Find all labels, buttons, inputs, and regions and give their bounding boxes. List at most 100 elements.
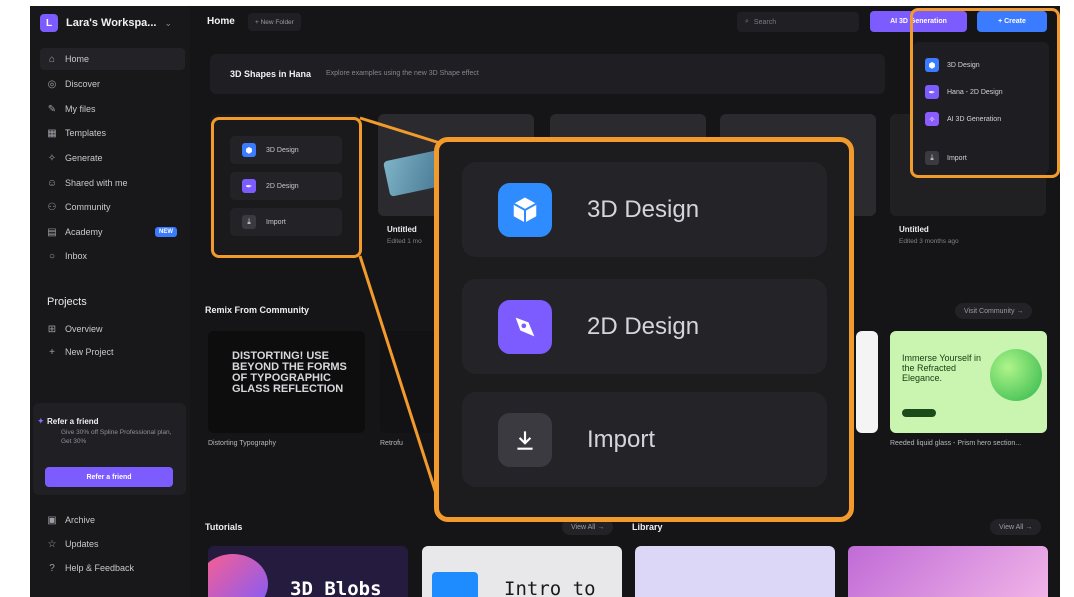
tutorial-title: Intro to — [504, 578, 596, 597]
tutorial-title: 3D Blobs — [290, 578, 382, 597]
archive-icon: ▣ — [47, 514, 57, 526]
new-badge: NEW — [155, 227, 177, 237]
sidebar-item-label: Overview — [65, 324, 103, 334]
zoom-item-2d-design[interactable]: 2D Design — [462, 279, 827, 374]
promo-text: Immerse Yourself in the Refracted Elegan… — [902, 353, 982, 383]
search-placeholder: Search — [753, 18, 777, 26]
download-glyph — [517, 430, 533, 450]
refer-description: Give 30% off Spline Professional plan, G… — [61, 429, 172, 445]
banner-subtitle: Explore examples using the new 3D Shape … — [326, 70, 479, 77]
page-title: Home — [207, 16, 235, 27]
plus-icon: + — [49, 346, 55, 358]
sidebar-item-label: Community — [65, 202, 111, 212]
sidebar-item-label: Archive — [65, 515, 96, 525]
cube-glyph — [513, 197, 537, 222]
tutorials-heading: Tutorials — [205, 522, 243, 532]
library-card[interactable] — [848, 546, 1048, 597]
remix-card[interactable] — [380, 331, 440, 433]
zoom-item-label: Import — [587, 425, 656, 453]
community-icon: ⚇ — [47, 201, 57, 213]
tutorial-card[interactable]: 3D Blobs — [208, 546, 408, 597]
remix-card[interactable] — [856, 331, 878, 433]
sidebar-item-help[interactable]: ? Help & Feedback — [40, 557, 185, 579]
sidebar-item-shared[interactable]: ☺ Shared with me — [40, 172, 185, 194]
sidebar-item-label: New Project — [65, 347, 114, 357]
templates-icon: ▦ — [47, 127, 57, 139]
sidebar-item-templates[interactable]: ▦ Templates — [40, 122, 185, 144]
banner-title: 3D Shapes in Hana — [230, 69, 312, 79]
workspace-switcher[interactable]: L Lara's Workspa... ⌄ — [40, 12, 172, 34]
book-icon: ▤ — [47, 226, 57, 238]
green-sphere — [990, 349, 1042, 401]
sidebar-item-inbox[interactable]: ○ Inbox — [40, 245, 185, 267]
sidebar-item-label: My files — [65, 104, 96, 114]
shared-icon: ☺ — [46, 177, 58, 189]
library-card[interactable] — [635, 546, 835, 597]
app-window: L Lara's Workspa... ⌄ ⌂ Home ◎ Discover … — [30, 6, 1060, 597]
search-icon: ⌕ — [745, 18, 749, 25]
refer-button[interactable]: Refer a friend — [45, 467, 173, 487]
remix-card[interactable]: DISTORTING! USE BEYOND THE FORMS OF TYPO… — [208, 331, 365, 433]
grid-icon: ⊞ — [47, 323, 57, 335]
poster-text: DISTORTING! USE BEYOND THE FORMS OF TYPO… — [232, 350, 347, 395]
sidebar-item-discover[interactable]: ◎ Discover — [40, 73, 185, 95]
sidebar-item-label: Inbox — [65, 251, 88, 261]
sidebar-item-home[interactable]: ⌂ Home — [40, 48, 185, 70]
sidebar-item-archive[interactable]: ▣ Archive — [40, 509, 185, 531]
projects-heading: Projects — [47, 296, 87, 308]
sidebar-item-my-files[interactable]: ✎ My files — [40, 98, 185, 120]
blob-shape — [208, 554, 268, 597]
search-input[interactable]: ⌕ Search — [737, 12, 859, 32]
sparkle-icon: ✦ — [37, 416, 45, 426]
remix-card-title: Distorting Typography — [208, 440, 276, 447]
tutorial-card[interactable]: Intro to — [422, 546, 622, 597]
highlight-create-dropdown — [910, 8, 1060, 178]
file-title: Untitled — [387, 225, 417, 234]
new-folder-button[interactable]: + New Folder — [248, 13, 301, 31]
sidebar-item-generate[interactable]: ✧ Generate — [40, 147, 185, 169]
zoom-item-3d-design[interactable]: 3D Design — [462, 162, 827, 257]
refer-title: Refer a friend — [47, 417, 99, 426]
pen-icon: ✎ — [47, 103, 57, 115]
remix-card-title: Retrofu — [380, 440, 403, 447]
library-view-all[interactable]: View All → — [990, 519, 1042, 535]
file-meta: Edited 3 months ago — [899, 238, 959, 245]
sidebar: L Lara's Workspa... ⌄ ⌂ Home ◎ Discover … — [30, 6, 190, 597]
help-icon: ? — [49, 562, 55, 574]
inbox-icon: ○ — [48, 250, 56, 262]
cube-shape — [432, 572, 478, 597]
refer-card: ✦ Refer a friend Give 30% off Spline Pro… — [33, 403, 186, 495]
remix-card-title: Reeded liquid glass - Prism hero section… — [890, 440, 1022, 447]
visit-community-button[interactable]: Visit Community → — [955, 303, 1033, 319]
zoom-item-label: 3D Design — [587, 195, 700, 223]
sparkle-icon: ✧ — [47, 152, 57, 164]
sidebar-item-label: Generate — [65, 153, 103, 163]
sidebar-item-updates[interactable]: ☆ Updates — [40, 533, 185, 555]
workspace-name: Lara's Workspa... — [66, 17, 157, 29]
chevron-down-icon: ⌄ — [164, 17, 172, 28]
pen-glyph — [515, 317, 535, 336]
sidebar-item-label: Discover — [65, 79, 101, 89]
home-icon: ⌂ — [48, 53, 56, 65]
sidebar-item-label: Academy — [65, 227, 103, 237]
library-heading: Library — [632, 522, 663, 532]
promo-button — [902, 409, 936, 417]
file-meta: Edited 1 mo — [387, 238, 422, 245]
zoom-item-import[interactable]: Import — [462, 392, 827, 487]
sidebar-item-new-project[interactable]: + New Project — [40, 341, 185, 363]
promo-banner[interactable]: 3D Shapes in Hana Explore examples using… — [210, 54, 885, 94]
workspace-avatar: L — [40, 14, 58, 32]
sidebar-item-overview[interactable]: ⊞ Overview — [40, 318, 185, 340]
sidebar-item-academy[interactable]: ▤ Academy NEW — [40, 221, 185, 243]
sidebar-item-label: Help & Feedback — [65, 563, 135, 573]
zoom-item-label: 2D Design — [587, 312, 700, 340]
zoomed-new-file-menu: 3D Design 2D Design Import — [434, 137, 854, 522]
file-title: Untitled — [899, 225, 929, 234]
sidebar-item-label: Updates — [65, 539, 99, 549]
remix-card[interactable]: Immerse Yourself in the Refracted Elegan… — [890, 331, 1047, 433]
highlight-small-menu — [211, 117, 362, 258]
cube-icon — [498, 182, 552, 237]
sidebar-item-community[interactable]: ⚇ Community — [40, 196, 185, 218]
remix-heading: Remix From Community — [205, 305, 310, 315]
download-icon — [498, 412, 552, 467]
